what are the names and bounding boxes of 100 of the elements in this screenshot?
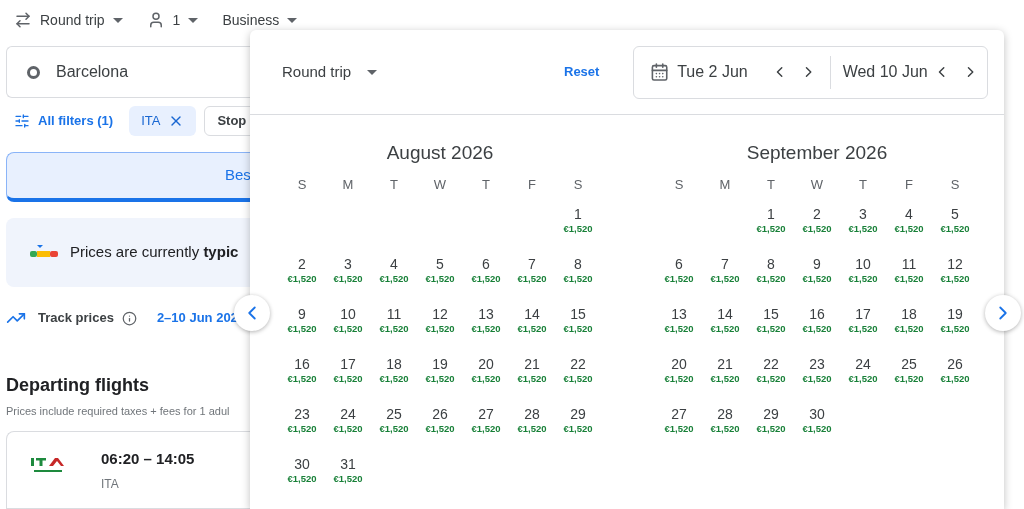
calendar-day[interactable]: 6 €1,520	[471, 255, 501, 285]
calendar-day[interactable]: 5 €1,520	[425, 255, 455, 285]
calendar-day[interactable]: 30 €1,520	[287, 455, 317, 485]
calendar-day[interactable]: 17 €1,520	[333, 355, 363, 385]
calendar-day[interactable]: 9 €1,520	[287, 305, 317, 335]
calendar-day[interactable]: 5 €1,520	[940, 205, 970, 235]
weekday-label: S	[573, 176, 583, 194]
weekday-label: M	[342, 176, 354, 194]
next-month-button[interactable]	[985, 295, 1021, 331]
weekday-label: F	[905, 176, 913, 194]
passengers-dropdown[interactable]: 1	[146, 9, 199, 31]
calendar-day[interactable]: 17 €1,520	[848, 305, 878, 335]
calendar-day[interactable]: 29 €1,520	[756, 405, 786, 435]
calendar-day[interactable]: 11 €1,520	[894, 255, 924, 285]
trip-type-dropdown[interactable]: Round trip	[266, 60, 416, 84]
info-icon[interactable]	[121, 310, 137, 326]
calendar-day[interactable]: 24 €1,520	[848, 355, 878, 385]
calendar-day[interactable]: 22 €1,520	[756, 355, 786, 385]
flight-card[interactable]: 06:20 – 14:05 ITA	[6, 431, 250, 509]
trip-type-dropdown[interactable]: Round trip	[14, 9, 123, 31]
calendar-day[interactable]: 1 €1,520	[756, 205, 786, 235]
calendar-day[interactable]: 7 €1,520	[517, 255, 547, 285]
calendar-day[interactable]: 27 €1,520	[471, 405, 501, 435]
track-prices-label: Track prices	[38, 309, 114, 328]
calendar-day[interactable]: 27 €1,520	[664, 405, 694, 435]
calendar-day[interactable]: 12 €1,520	[425, 305, 455, 335]
calendar-day[interactable]: 15 €1,520	[563, 305, 593, 335]
calendar-day[interactable]: 28 €1,520	[710, 405, 740, 435]
calendar-day[interactable]: 19 €1,520	[940, 305, 970, 335]
all-filters-button[interactable]: All filters (1)	[6, 111, 122, 131]
reset-button[interactable]: Reset	[556, 62, 608, 82]
calendar-day[interactable]: 11 €1,520	[379, 305, 409, 335]
calendar-day[interactable]: 4 €1,520	[894, 205, 924, 235]
calendar-day[interactable]: 21 €1,520	[710, 355, 740, 385]
weekday-label: T	[482, 176, 490, 194]
weekday-label: F	[528, 176, 536, 194]
calendar-day[interactable]: 20 €1,520	[471, 355, 501, 385]
section-subtitle: Prices include required taxes + fees for 1 adul	[6, 403, 231, 419]
weekday-label: W	[810, 176, 824, 194]
swap-arrows-icon	[14, 11, 32, 29]
weekday-label: T	[767, 176, 775, 194]
calendar-day[interactable]: 14 €1,520	[710, 305, 740, 335]
calendar-day[interactable]: 18 €1,520	[894, 305, 924, 335]
cabin-class-dropdown[interactable]: Business	[222, 9, 298, 31]
calendar-day[interactable]: 26 €1,520	[940, 355, 970, 385]
calendar-day[interactable]: 26 €1,520	[425, 405, 455, 435]
calendar-day[interactable]: 31 €1,520	[333, 455, 363, 485]
origin-field[interactable]: Barcelona	[6, 46, 250, 99]
calendar-day[interactable]: 16 €1,520	[287, 355, 317, 385]
calendar-day[interactable]: 23 €1,520	[802, 355, 832, 385]
calendar-day[interactable]: 13 €1,520	[664, 305, 694, 335]
weekday-label: S	[950, 176, 960, 194]
calendar-day[interactable]: 9 €1,520	[802, 255, 832, 285]
calendar-day[interactable]: 7 €1,520	[710, 255, 740, 285]
weekday-label: W	[433, 176, 447, 194]
calendar-day[interactable]: 8 €1,520	[756, 255, 786, 285]
calendar-day[interactable]: 15 €1,520	[756, 305, 786, 335]
calendar-day[interactable]: 28 €1,520	[517, 405, 547, 435]
calendar-day[interactable]: 25 €1,520	[379, 405, 409, 435]
price-insight-text: Prices are currently typic	[70, 242, 239, 263]
calendar-day[interactable]: 3 €1,520	[333, 255, 363, 285]
calendar-day[interactable]: 4 €1,520	[379, 255, 409, 285]
calendar-day[interactable]: 30 €1,520	[802, 405, 832, 435]
calendar-day[interactable]: 23 €1,520	[287, 405, 317, 435]
calendar-day[interactable]: 2 €1,520	[802, 205, 832, 235]
calendar-day[interactable]: 21 €1,520	[517, 355, 547, 385]
sort-tab[interactable]: Bes	[6, 152, 250, 203]
calendar-day[interactable]: 25 €1,520	[894, 355, 924, 385]
weekday-label: T	[390, 176, 398, 194]
caret-icon	[188, 17, 199, 23]
caret-icon	[287, 17, 298, 23]
filter-chip[interactable]: ITA	[129, 106, 197, 137]
date-range-field[interactable]: Tue 2 Jun Wed 10 Jun	[633, 45, 988, 99]
month-title: August 2026	[386, 141, 494, 165]
calendar-day[interactable]: 19 €1,520	[425, 355, 455, 385]
calendar-icon	[650, 62, 670, 82]
departure-date: Tue 2 Jun	[677, 62, 749, 82]
weekday-label: T	[859, 176, 867, 194]
calendar-day[interactable]: 1 €1,520	[563, 205, 593, 235]
price-gauge-icon	[30, 245, 58, 260]
calendar-day[interactable]: 16 €1,520	[802, 305, 832, 335]
calendar-day[interactable]: 3 €1,520	[848, 205, 878, 235]
caret-icon	[112, 17, 123, 23]
calendar-day[interactable]: 22 €1,520	[563, 355, 593, 385]
calendar-day[interactable]: 2 €1,520	[287, 255, 317, 285]
calendar-day[interactable]: 6 €1,520	[664, 255, 694, 285]
calendar-day[interactable]: 24 €1,520	[333, 405, 363, 435]
calendar-day[interactable]: 8 €1,520	[563, 255, 593, 285]
calendar-day[interactable]: 13 €1,520	[471, 305, 501, 335]
calendar-day[interactable]: 18 €1,520	[379, 355, 409, 385]
calendar-day[interactable]: 10 €1,520	[333, 305, 363, 335]
weekday-label: S	[297, 176, 307, 194]
calendar-day[interactable]: 20 €1,520	[664, 355, 694, 385]
calendar-day[interactable]: 12 €1,520	[940, 255, 970, 285]
caret-icon	[367, 69, 378, 75]
weekday-label: M	[719, 176, 731, 194]
return-date: Wed 10 Jun	[842, 62, 929, 82]
calendar-day[interactable]: 10 €1,520	[848, 255, 878, 285]
calendar-day[interactable]: 29 €1,520	[563, 405, 593, 435]
calendar-day[interactable]: 14 €1,520	[517, 305, 547, 335]
